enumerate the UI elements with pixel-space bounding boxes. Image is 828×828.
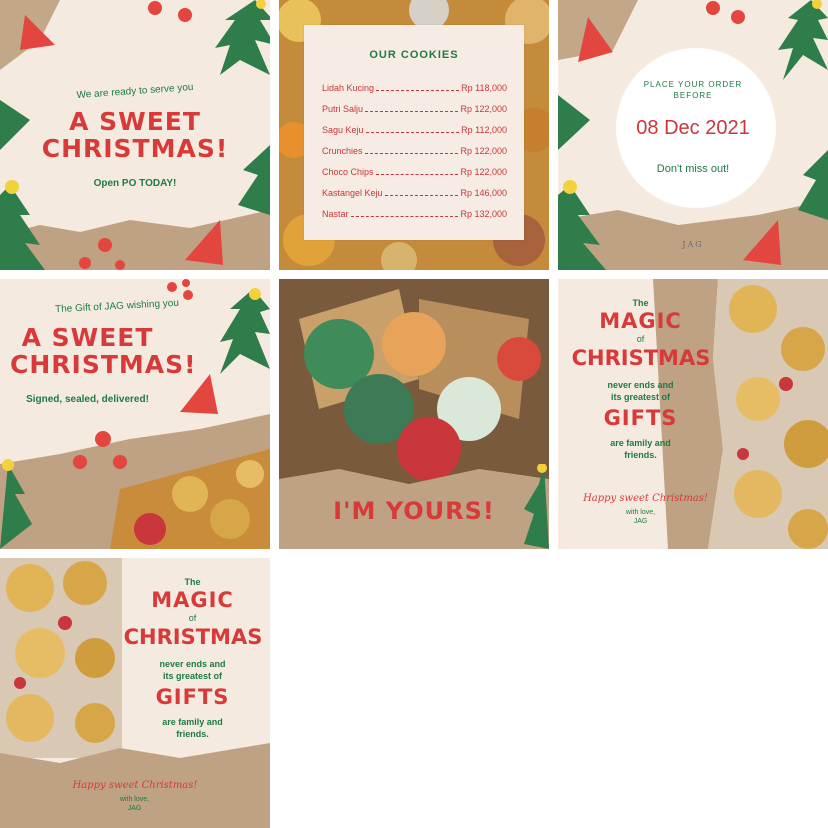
ornament-icon [79, 238, 125, 270]
menu-heading: OUR COOKIES [369, 49, 459, 61]
menu-item: Nastar Rp 132,000 [322, 209, 507, 219]
text-of: of [636, 334, 645, 344]
tile-cookie-menu: OUR COOKIES Lidah Kucing Rp 118,000 Putri… [279, 0, 549, 270]
heading-gifts: GIFTS [155, 685, 230, 709]
text-line-3: are family and [162, 717, 223, 727]
tile-magic-christmas-alt: The MAGIC of CHRISTMAS never ends and it… [0, 558, 270, 828]
heading-christmas: CHRISTMAS [123, 625, 263, 649]
tile-sweet-christmas: We are ready to serve you A SWEET CHRIST… [0, 0, 270, 270]
text-line-1: never ends and [159, 659, 226, 669]
christmas-tree-icon [0, 180, 45, 270]
tile-magic-christmas: The MAGIC of CHRISTMAS never ends and it… [558, 279, 828, 549]
heading-christmas: CHRISTMAS [571, 346, 711, 370]
text-line-2: its greatest of [162, 671, 222, 681]
menu-item: Kastangel Keju Rp 146,000 [322, 188, 507, 198]
menu-card: OUR COOKIES Lidah Kucing Rp 118,000 Putri… [304, 25, 524, 240]
menu-item: Choco Chips Rp 122,000 [322, 167, 507, 177]
text-line-2: its greatest of [610, 392, 670, 402]
page-title: A SWEET CHRISTMAS! [10, 323, 197, 379]
signoff-text: with love, [119, 796, 150, 803]
tile-cookie-photo: I'M YOURS! [279, 279, 549, 549]
cta-text: Open PO TODAY! [93, 178, 177, 189]
text-line-4: friends. [624, 450, 657, 460]
christmas-tree-icon [0, 459, 32, 549]
christmas-tree-icon [215, 0, 270, 75]
tile-order-deadline: PLACE YOUR ORDER BEFORE 08 Dec 2021 Don'… [558, 0, 828, 270]
deadline-date: 08 Dec 2021 [636, 117, 750, 139]
heading-magic: MAGIC [599, 309, 682, 333]
brand-label: JAG [682, 240, 704, 249]
text-line-1: never ends and [607, 380, 674, 390]
menu-item: Sagu Keju Rp 112,000 [322, 125, 507, 135]
subtitle: Signed, sealed, delivered! [26, 394, 149, 405]
christmas-tree-icon [558, 180, 606, 270]
order-line-1: PLACE YOUR ORDER [643, 80, 743, 89]
text-the: The [184, 577, 201, 587]
christmas-tree-icon [798, 150, 828, 220]
signoff-text: with love, [625, 509, 656, 516]
order-line-2: BEFORE [673, 91, 713, 100]
ornament-icon [185, 220, 223, 265]
text-the: The [632, 298, 649, 308]
greeting-text: Happy sweet Christmas! [583, 493, 708, 504]
menu-item: Putri Salju Rp 122,000 [322, 104, 507, 114]
caption-text: I'M YOURS! [333, 497, 495, 525]
brand-label: JAG [633, 518, 648, 525]
ornament-icon [578, 17, 613, 62]
greeting-text: Happy sweet Christmas! [72, 780, 198, 791]
ornament-icon [180, 374, 218, 414]
ornament-icon [73, 431, 127, 469]
ornament-icon [20, 15, 55, 50]
christmas-tree-icon [778, 0, 828, 80]
tile-gift-wishing: The Gift of JAG wishing you A SWEET CHRI… [0, 279, 270, 549]
text-of: of [188, 613, 197, 623]
heading-magic: MAGIC [151, 588, 234, 612]
brand-label: JAG [127, 805, 142, 812]
heading-gifts: GIFTS [603, 406, 678, 430]
ornament-icon [148, 1, 192, 22]
ornament-icon [706, 1, 745, 24]
page-title: A SWEET CHRISTMAS! [41, 107, 229, 163]
text-line-4: friends. [176, 729, 209, 739]
menu-item: Crunchies Rp 122,000 [322, 146, 507, 156]
menu-item: Lidah Kucing Rp 118,000 [322, 83, 507, 93]
deadline-note: Don't miss out! [656, 163, 730, 175]
text-line-3: are family and [610, 438, 671, 448]
